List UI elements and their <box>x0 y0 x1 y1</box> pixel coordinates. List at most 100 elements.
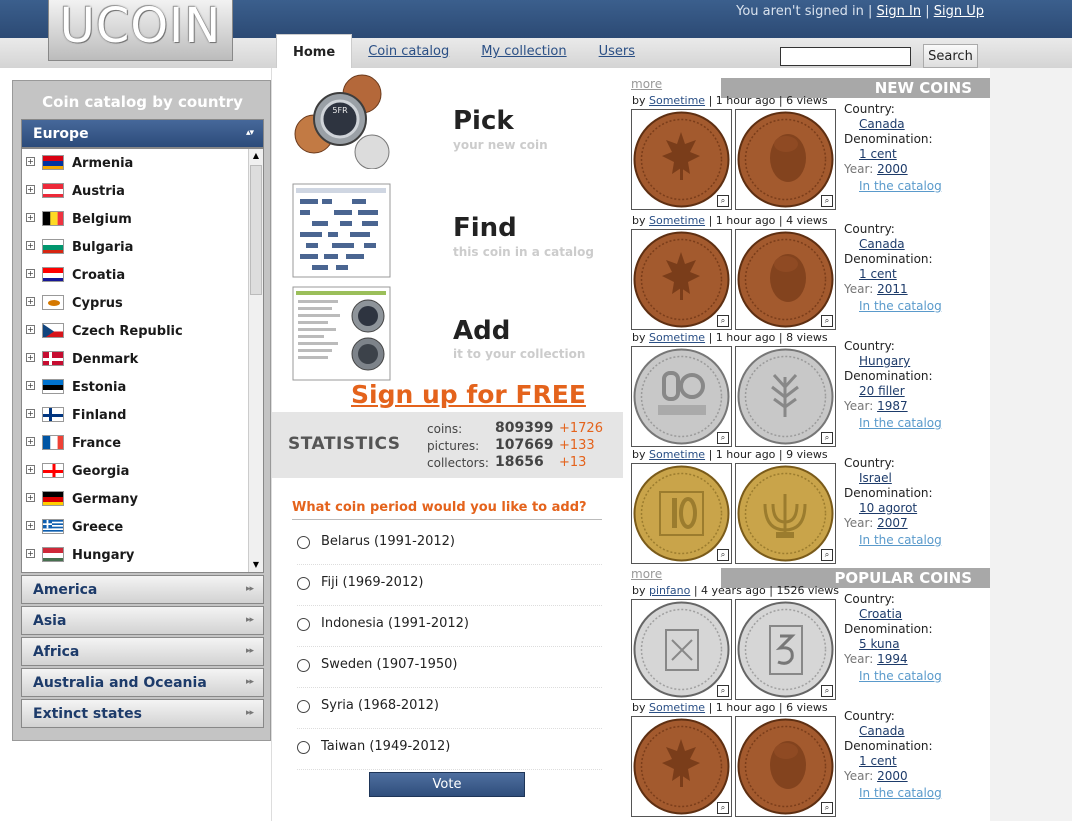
country-item[interactable]: + Belgium <box>22 205 247 233</box>
expand-plus-icon[interactable]: + <box>26 437 35 446</box>
region-extinct-states[interactable]: Extinct states ▸▸ <box>21 699 264 728</box>
coin-obverse-image[interactable]: ⌕ <box>631 599 732 700</box>
user-link[interactable]: Sometime <box>649 701 705 714</box>
region-europe[interactable]: Europe ▴▾ <box>21 119 264 148</box>
coin-reverse-image[interactable]: ⌕ <box>735 109 836 210</box>
poll-option[interactable]: Taiwan (1949-2012) <box>297 729 602 770</box>
zoom-icon[interactable]: ⌕ <box>717 685 729 697</box>
zoom-icon[interactable]: ⌕ <box>717 549 729 561</box>
denomination-link[interactable]: 1 cent <box>859 147 897 161</box>
coin-reverse-image[interactable]: ⌕ <box>735 463 836 564</box>
expand-plus-icon[interactable]: + <box>26 297 35 306</box>
search-input[interactable] <box>780 47 911 66</box>
coin-reverse-image[interactable]: ⌕ <box>735 716 836 817</box>
vote-button[interactable]: Vote <box>369 772 525 797</box>
expand-plus-icon[interactable]: + <box>26 409 35 418</box>
site-logo[interactable]: UCOIN <box>48 0 233 61</box>
poll-option[interactable]: Belarus (1991-2012) <box>297 524 602 565</box>
poll-option[interactable]: Sweden (1907-1950) <box>297 647 602 688</box>
denomination-link[interactable]: 1 cent <box>859 754 897 768</box>
denomination-link[interactable]: 5 kuna <box>859 637 900 651</box>
radio-button[interactable] <box>297 659 310 672</box>
year-link[interactable]: 2011 <box>877 282 908 296</box>
poll-option[interactable]: Syria (1968-2012) <box>297 688 602 729</box>
coin-reverse-image[interactable]: ⌕ <box>735 229 836 330</box>
country-link[interactable]: Canada <box>859 237 905 251</box>
expand-plus-icon[interactable]: + <box>26 521 35 530</box>
expand-plus-icon[interactable]: + <box>26 493 35 502</box>
country-item[interactable]: + Croatia <box>22 261 247 289</box>
expand-plus-icon[interactable]: + <box>26 325 35 334</box>
more-link[interactable]: more <box>631 567 662 581</box>
user-link[interactable]: pinfano <box>649 584 690 597</box>
country-item[interactable]: + Austria <box>22 177 247 205</box>
user-link[interactable]: Sometime <box>649 331 705 344</box>
scrollbar[interactable]: ▲ ▼ <box>248 149 263 572</box>
radio-button[interactable] <box>297 700 310 713</box>
expand-plus-icon[interactable]: + <box>26 269 35 278</box>
zoom-icon[interactable]: ⌕ <box>821 195 833 207</box>
user-link[interactable]: Sometime <box>649 94 705 107</box>
denomination-link[interactable]: 1 cent <box>859 267 897 281</box>
country-link[interactable]: Hungary <box>859 354 910 368</box>
sign-up-free-link[interactable]: Sign up for FREE <box>351 380 586 409</box>
expand-plus-icon[interactable]: + <box>26 185 35 194</box>
country-item[interactable]: + Bulgaria <box>22 233 247 261</box>
scroll-thumb[interactable] <box>250 165 262 295</box>
country-item[interactable]: + France <box>22 429 247 457</box>
in-catalog-link[interactable]: In the catalog <box>859 179 942 193</box>
zoom-icon[interactable]: ⌕ <box>821 549 833 561</box>
region-australia-oceania[interactable]: Australia and Oceania ▸▸ <box>21 668 264 697</box>
country-link[interactable]: Canada <box>859 724 905 738</box>
zoom-icon[interactable]: ⌕ <box>821 685 833 697</box>
in-catalog-link[interactable]: In the catalog <box>859 299 942 313</box>
poll-option[interactable]: Indonesia (1991-2012) <box>297 606 602 647</box>
country-link[interactable]: Croatia <box>859 607 902 621</box>
coin-obverse-image[interactable]: ⌕ <box>631 463 732 564</box>
zoom-icon[interactable]: ⌕ <box>821 315 833 327</box>
search-button[interactable]: Search <box>923 44 978 68</box>
year-link[interactable]: 2007 <box>877 516 908 530</box>
radio-button[interactable] <box>297 618 310 631</box>
coin-reverse-image[interactable]: ⌕ <box>735 599 836 700</box>
region-america[interactable]: America ▸▸ <box>21 575 264 604</box>
tab-home[interactable]: Home <box>276 34 353 68</box>
coin-obverse-image[interactable]: ⌕ <box>631 716 732 817</box>
zoom-icon[interactable]: ⌕ <box>717 802 729 814</box>
expand-plus-icon[interactable]: + <box>26 381 35 390</box>
country-item[interactable]: + Estonia <box>22 373 247 401</box>
country-item[interactable]: + Georgia <box>22 457 247 485</box>
tab-coin-catalog[interactable]: Coin catalog <box>352 34 465 68</box>
country-item[interactable]: + Finland <box>22 401 247 429</box>
user-link[interactable]: Sometime <box>649 448 705 461</box>
coin-obverse-image[interactable]: ⌕ <box>631 229 732 330</box>
sign-up-link[interactable]: Sign Up <box>934 4 984 19</box>
expand-plus-icon[interactable]: + <box>26 157 35 166</box>
expand-plus-icon[interactable]: + <box>26 353 35 362</box>
expand-plus-icon[interactable]: + <box>26 213 35 222</box>
denomination-link[interactable]: 20 filler <box>859 384 905 398</box>
scroll-down-icon[interactable]: ▼ <box>249 558 263 572</box>
coin-reverse-image[interactable]: ⌕ <box>735 346 836 447</box>
coin-obverse-image[interactable]: ⌕ <box>631 346 732 447</box>
zoom-icon[interactable]: ⌕ <box>821 432 833 444</box>
country-item[interactable]: + Armenia <box>22 149 247 177</box>
radio-button[interactable] <box>297 536 310 549</box>
year-link[interactable]: 2000 <box>877 769 908 783</box>
more-link[interactable]: more <box>631 77 662 91</box>
in-catalog-link[interactable]: In the catalog <box>859 786 942 800</box>
expand-plus-icon[interactable]: + <box>26 549 35 558</box>
zoom-icon[interactable]: ⌕ <box>821 802 833 814</box>
country-item[interactable]: + Hungary <box>22 541 247 569</box>
coin-obverse-image[interactable]: ⌕ <box>631 109 732 210</box>
zoom-icon[interactable]: ⌕ <box>717 195 729 207</box>
year-link[interactable]: 1994 <box>877 652 908 666</box>
in-catalog-link[interactable]: In the catalog <box>859 533 942 547</box>
country-item[interactable]: + Czech Republic <box>22 317 247 345</box>
zoom-icon[interactable]: ⌕ <box>717 315 729 327</box>
user-link[interactable]: Sometime <box>649 214 705 227</box>
in-catalog-link[interactable]: In the catalog <box>859 416 942 430</box>
zoom-icon[interactable]: ⌕ <box>717 432 729 444</box>
country-item[interactable]: + Denmark <box>22 345 247 373</box>
country-item[interactable]: + Greece <box>22 513 247 541</box>
